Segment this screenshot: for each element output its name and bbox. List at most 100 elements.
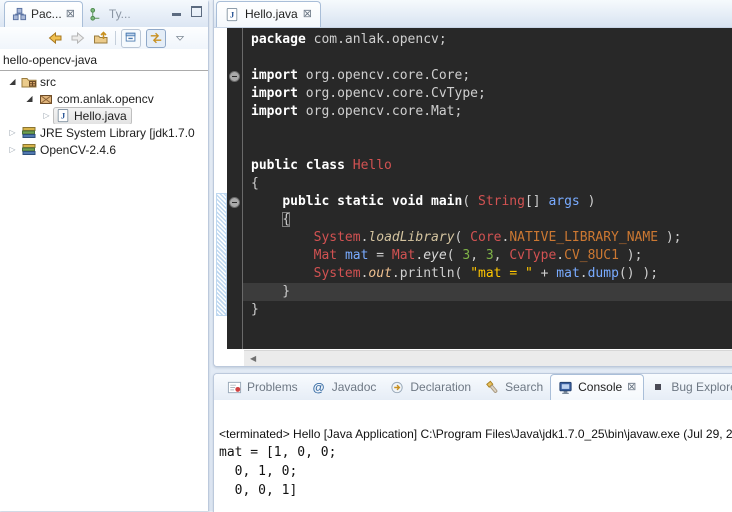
- tree-item-src[interactable]: ◢ src: [0, 73, 208, 90]
- tab-type-hierarchy[interactable]: Ty...: [83, 2, 138, 27]
- code-token: public class: [251, 158, 353, 173]
- code-token: [251, 194, 282, 209]
- tree-item-label: src: [40, 75, 56, 89]
- code-line[interactable]: System.out.println( "mat = " + mat.dump(…: [251, 265, 732, 283]
- code-token: () );: [619, 266, 658, 281]
- scroll-left-icon[interactable]: ◀: [244, 354, 256, 363]
- back-icon[interactable]: [46, 30, 64, 47]
- code-token: import: [251, 86, 306, 101]
- console-icon: [557, 379, 573, 395]
- collapse-arrow-icon[interactable]: ◢: [23, 94, 36, 103]
- code-token: org.opencv.core.CvType;: [306, 86, 486, 101]
- code-line[interactable]: [251, 139, 732, 157]
- tab-label: Javadoc: [332, 380, 377, 394]
- code-line[interactable]: [251, 121, 732, 139]
- code-token: (: [462, 194, 478, 209]
- tab-label: Ty...: [109, 7, 131, 21]
- code-area[interactable]: package com.anlak.opencv; import org.open…: [243, 28, 732, 349]
- code-line[interactable]: [251, 49, 732, 67]
- code-line[interactable]: Mat mat = Mat.eye( 3, 3, CvType.CV_8UC1 …: [251, 247, 732, 265]
- search-icon: [484, 379, 500, 395]
- tree-item-core[interactable]: src: [19, 73, 61, 90]
- tab-javadoc[interactable]: @Javadoc: [305, 375, 384, 400]
- code-token: ): [580, 194, 596, 209]
- code-line[interactable]: System.loadLibrary( Core.NATIVE_LIBRARY_…: [251, 229, 732, 247]
- console-output[interactable]: mat = [1, 0, 0; 0, 1, 0; 0, 0, 1]: [214, 441, 732, 500]
- collapse-all-icon[interactable]: [121, 29, 141, 48]
- tab-package-explorer[interactable]: Pac... ⊠: [4, 1, 83, 27]
- tree-item-core[interactable]: com.anlak.opencv: [36, 90, 159, 107]
- fold-collapse-icon[interactable]: [229, 71, 240, 82]
- console-output-line: 0, 1, 0;: [219, 462, 732, 481]
- code-line[interactable]: {: [251, 175, 732, 193]
- tree-item-label: OpenCV-2.4.6: [40, 143, 116, 157]
- tab-console[interactable]: Console ⊠: [550, 374, 644, 400]
- code-token: args: [548, 194, 579, 209]
- svg-text:J: J: [61, 111, 66, 121]
- tab-declaration[interactable]: Declaration: [383, 375, 478, 400]
- code-line[interactable]: import org.opencv.core.Mat;: [251, 103, 732, 121]
- tree-item-core[interactable]: JRE System Library [jdk1.7.0: [19, 124, 200, 141]
- tree-item-hello-java[interactable]: ▷JHello.java: [0, 107, 208, 124]
- tree-item-opencv-2-4-6[interactable]: ▷ OpenCV-2.4.6: [0, 141, 208, 158]
- tree-item-core[interactable]: JHello.java: [53, 107, 132, 124]
- code-token: Core: [470, 230, 501, 245]
- project-root-label[interactable]: hello-opencv-java: [0, 52, 208, 68]
- tree-item-com-anlak-opencv[interactable]: ◢ com.anlak.opencv: [0, 90, 208, 107]
- link-with-editor-icon[interactable]: [146, 29, 166, 48]
- expand-arrow-icon[interactable]: ▷: [6, 128, 19, 137]
- tree-item-core[interactable]: OpenCV-2.4.6: [19, 141, 121, 158]
- code-token: CV_8UC1: [564, 248, 619, 263]
- declaration-icon: [389, 379, 405, 395]
- code-token: org.opencv.core.Core;: [306, 68, 470, 83]
- annotation-ruler[interactable]: [214, 28, 227, 349]
- expand-arrow-icon[interactable]: ▷: [6, 145, 19, 154]
- expand-arrow-icon[interactable]: ▷: [40, 111, 53, 120]
- code-token: {: [282, 212, 290, 227]
- tab-bug-explorer[interactable]: Bug Explorer: [644, 375, 732, 400]
- code-token: out: [368, 266, 391, 281]
- code-token: (: [447, 248, 463, 263]
- library-icon: [21, 142, 37, 158]
- close-icon[interactable]: ⊠: [66, 9, 75, 19]
- tree-item-label: com.anlak.opencv: [57, 92, 154, 106]
- go-up-icon[interactable]: [92, 30, 110, 47]
- package-explorer-panel: Pac... ⊠ Ty...: [0, 0, 209, 511]
- tree-item-jre-system-library-jdk1-7-0[interactable]: ▷JRE System Library [jdk1.7.0: [0, 124, 208, 141]
- view-menu-icon[interactable]: [171, 30, 189, 47]
- fold-gutter[interactable]: [227, 28, 243, 349]
- code-line[interactable]: {: [251, 211, 732, 229]
- code-line[interactable]: package com.anlak.opencv;: [251, 31, 732, 49]
- close-icon[interactable]: ⊠: [303, 9, 312, 19]
- code-line[interactable]: import org.opencv.core.CvType;: [251, 85, 732, 103]
- maximize-icon[interactable]: [191, 6, 202, 17]
- code-line[interactable]: import org.opencv.core.Core;: [251, 67, 732, 85]
- tab-problems[interactable]: Problems: [220, 375, 305, 400]
- code-line[interactable]: }: [251, 301, 732, 319]
- minimize-icon[interactable]: [172, 13, 181, 16]
- tab-label: Console: [578, 380, 622, 394]
- code-line-current[interactable]: }: [243, 283, 732, 301]
- editor-tab-hello-java[interactable]: J Hello.java ⊠: [216, 1, 321, 27]
- range-indicator: [216, 193, 227, 316]
- console-output-line: 0, 0, 1]: [219, 481, 732, 500]
- code-token: =: [368, 248, 391, 263]
- horizontal-scrollbar[interactable]: ◀: [214, 350, 732, 366]
- code-token: package: [251, 32, 314, 47]
- tab-label: Declaration: [410, 380, 471, 394]
- close-icon[interactable]: ⊠: [627, 382, 636, 392]
- code-token: );: [658, 230, 681, 245]
- source-folder-icon: [21, 74, 37, 90]
- tab-label: Search: [505, 380, 543, 394]
- code-token: System: [314, 266, 361, 281]
- code-line[interactable]: public class Hello: [251, 157, 732, 175]
- fold-collapse-icon[interactable]: [229, 197, 240, 208]
- problems-icon: [226, 379, 242, 395]
- console-output-line: mat = [1, 0, 0;: [219, 443, 732, 462]
- collapse-arrow-icon[interactable]: ◢: [6, 77, 19, 86]
- code-line[interactable]: public static void main( String[] args ): [251, 193, 732, 211]
- forward-icon[interactable]: [69, 30, 87, 47]
- code-token: Hello: [353, 158, 392, 173]
- tab-search[interactable]: Search: [478, 375, 550, 400]
- code-token: loadLibrary: [368, 230, 454, 245]
